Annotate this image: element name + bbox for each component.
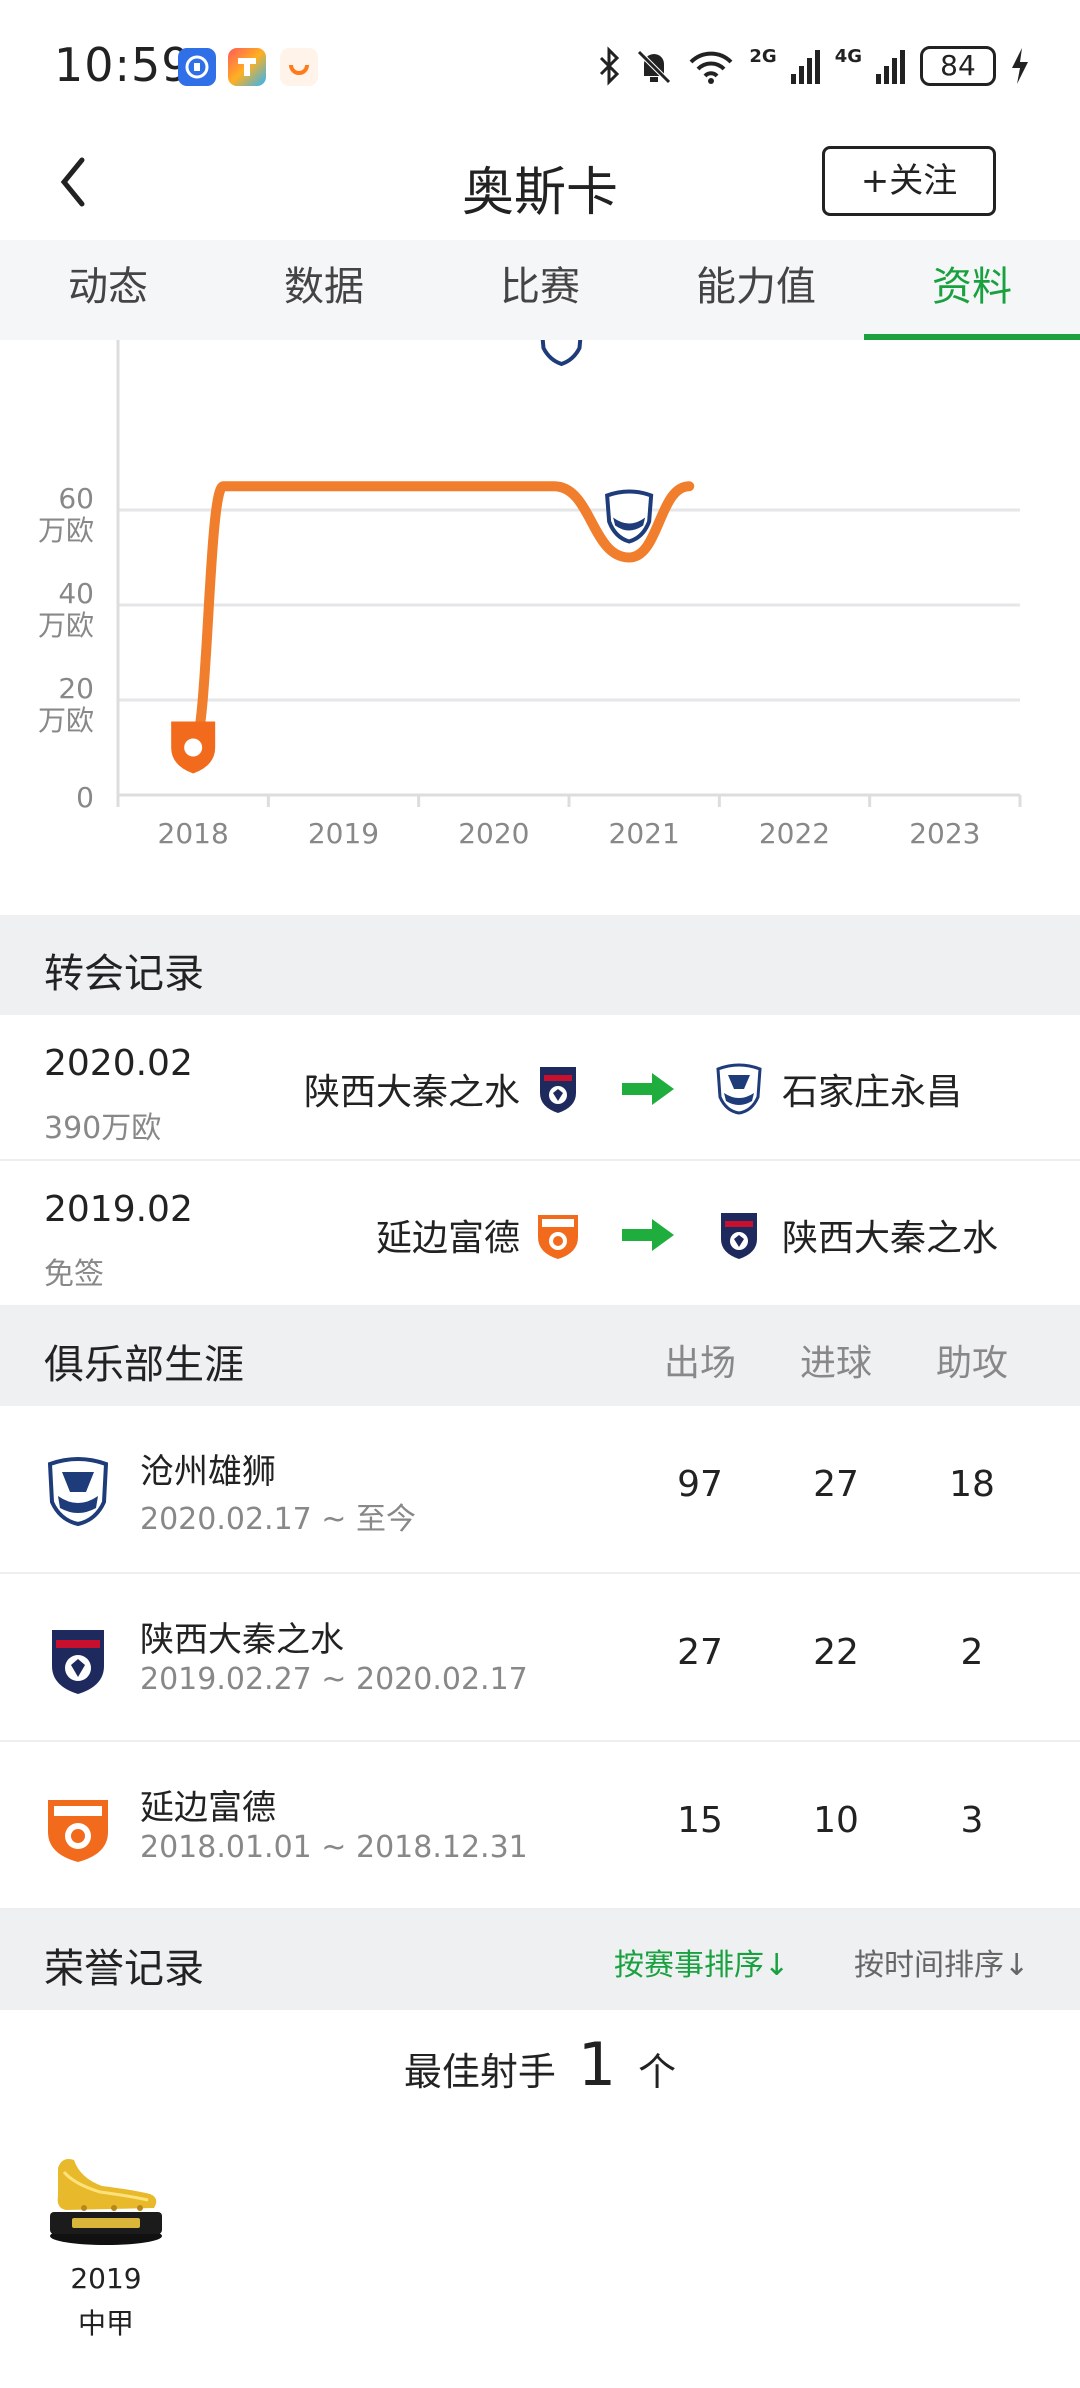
mute-bell-icon — [637, 50, 672, 84]
wifi-icon — [689, 51, 733, 84]
transfer-row[interactable]: 2020.02 390万欧 陕西大秦之水 石家庄永昌 — [0, 1015, 1080, 1161]
tab-news[interactable]: 动态 — [0, 240, 216, 340]
career-section-header: 俱乐部生涯 出场 进球 助攻 — [0, 1306, 1080, 1406]
assists-value: 3 — [960, 1800, 984, 1841]
status-bar: 10:59 2G 4G 84 — [0, 0, 1080, 130]
header: 奥斯卡 +关注 — [0, 130, 1080, 240]
cangzhou-marker-icon — [605, 489, 654, 544]
x-tick-label: 2022 — [759, 817, 830, 850]
market-value-chart: 0 20 万欧 40 万欧 60 万欧 2018 2019 2020 2021 2022 2023 — [0, 340, 1080, 915]
goals-value: 10 — [813, 1800, 859, 1841]
y-tick-unit: 万欧 — [38, 704, 94, 737]
section-title: 转会记录 — [44, 951, 204, 997]
shaanxi-club-logo-icon — [540, 1067, 576, 1113]
golden-boot-icon[interactable] — [44, 2150, 168, 2246]
app-notification-icon — [228, 48, 266, 86]
bluetooth-icon — [600, 46, 620, 86]
transfer-fee: 免签 — [44, 1257, 104, 1292]
app-notification-icon — [280, 48, 318, 86]
honour-label: 最佳射手 — [403, 2050, 556, 2094]
club-period: 2018.01.01 ~ 2018.12.31 — [140, 1830, 528, 1865]
y-tick-unit: 万欧 — [38, 609, 94, 642]
y-tick-label: 20 — [58, 672, 94, 705]
career-row[interactable]: 延边富德 2018.01.01 ~ 2018.12.31 15 10 3 — [0, 1742, 1080, 1910]
honour-summary: 最佳射手 1 个 — [0, 2030, 1080, 2100]
goals-value: 27 — [813, 1464, 859, 1505]
arrow-right-icon — [622, 1073, 674, 1105]
yanbian-marker-icon — [171, 721, 216, 774]
arrow-right-icon — [622, 1219, 674, 1251]
shaanxi-club-logo-icon — [721, 1213, 757, 1259]
transfer-date: 2020.02 — [44, 1043, 193, 1084]
battery-indicator: 84 — [920, 46, 996, 86]
signal-type-2: 4G — [834, 45, 862, 67]
y-tick-unit: 万欧 — [38, 514, 94, 547]
transfer-section-header: 转会记录 — [0, 915, 1080, 1015]
app-notification-icon — [178, 48, 216, 86]
y-tick-label: 0 — [76, 781, 94, 814]
transfer-date: 2019.02 — [44, 1189, 193, 1230]
apps-value: 27 — [677, 1632, 723, 1673]
charging-icon — [1012, 48, 1028, 84]
cangzhou-marker-icon — [540, 340, 583, 367]
apps-column-header: 出场 — [663, 1343, 736, 1384]
follow-button[interactable]: +关注 — [822, 146, 996, 216]
signal-icon — [790, 50, 820, 84]
x-tick-label: 2021 — [609, 817, 680, 850]
career-row[interactable]: 陕西大秦之水 2019.02.27 ~ 2020.02.17 27 22 2 — [0, 1574, 1080, 1742]
club-name: 延边富德 — [140, 1788, 276, 1828]
status-icons: 2G 4G 84 — [597, 44, 1030, 88]
honours-section-header: 荣誉记录 按赛事排序↓ 按时间排序↓ — [0, 1910, 1080, 2010]
signal-type-1: 2G — [749, 45, 777, 67]
transfer-fee: 390万欧 — [44, 1111, 162, 1146]
club-name: 沧州雄狮 — [140, 1452, 276, 1492]
assists-value: 2 — [960, 1632, 984, 1673]
apps-value: 15 — [677, 1800, 723, 1841]
club-period: 2020.02.17 ~ 至今 — [140, 1502, 416, 1537]
goals-column-header: 进球 — [799, 1343, 872, 1384]
x-tick-label: 2019 — [308, 817, 379, 850]
assists-value: 18 — [949, 1464, 995, 1505]
x-tick-label: 2018 — [158, 817, 229, 850]
to-club: 陕西大秦之水 — [782, 1218, 999, 1259]
y-tick-label: 60 — [58, 482, 94, 515]
chevron-left-icon — [60, 157, 85, 207]
cangzhou-club-logo-icon — [47, 1457, 109, 1527]
to-club: 石家庄永昌 — [782, 1072, 963, 1113]
section-title: 荣誉记录 — [44, 1946, 204, 1992]
x-tick-label: 2020 — [458, 817, 529, 850]
clock: 10:59 — [54, 38, 192, 92]
club-name: 陕西大秦之水 — [140, 1620, 344, 1660]
back-button[interactable] — [52, 152, 112, 212]
honour-unit: 个 — [638, 2050, 677, 2094]
trophy-year: 2019 — [70, 2262, 142, 2295]
tab-stats[interactable]: 数据 — [216, 240, 432, 340]
career-row[interactable]: 沧州雄狮 2020.02.17 ~ 至今 97 27 18 — [0, 1406, 1080, 1574]
sort-by-time-button[interactable]: 按时间排序↓ — [854, 1940, 1029, 1984]
tab-ability[interactable]: 能力值 — [648, 240, 864, 340]
transfer-row[interactable]: 2019.02 免签 延边富德 陕西大秦之水 — [0, 1161, 1080, 1307]
shaanxi-club-logo-icon — [52, 1630, 104, 1694]
trophy-league: 中甲 — [77, 2307, 134, 2340]
from-club: 陕西大秦之水 — [303, 1072, 520, 1113]
tab-matches[interactable]: 比赛 — [432, 240, 648, 340]
assists-column-header: 助攻 — [935, 1343, 1008, 1384]
honour-count: 1 — [577, 2030, 617, 2100]
tab-profile[interactable]: 资料 — [864, 240, 1080, 340]
from-club: 延边富德 — [375, 1218, 520, 1259]
chart-canvas: 020万欧40万欧60万欧2018 2019 2020 2021 2022 2023 — [38, 340, 1022, 850]
yanbian-club-logo-icon — [48, 1800, 108, 1862]
sort-by-competition-button[interactable]: 按赛事排序↓ — [614, 1940, 789, 1984]
y-tick-label: 40 — [58, 577, 94, 610]
cangzhou-club-logo-icon — [716, 1063, 762, 1115]
x-tick-label: 2023 — [909, 817, 980, 850]
signal-icon — [876, 50, 905, 84]
goals-value: 22 — [813, 1632, 859, 1673]
club-period: 2019.02.27 ~ 2020.02.17 — [140, 1662, 528, 1697]
yanbian-club-logo-icon — [538, 1215, 578, 1259]
tab-bar: 动态 数据 比赛 能力值 资料 — [0, 240, 1080, 340]
section-title: 俱乐部生涯 — [44, 1342, 244, 1388]
apps-value: 97 — [677, 1464, 723, 1505]
